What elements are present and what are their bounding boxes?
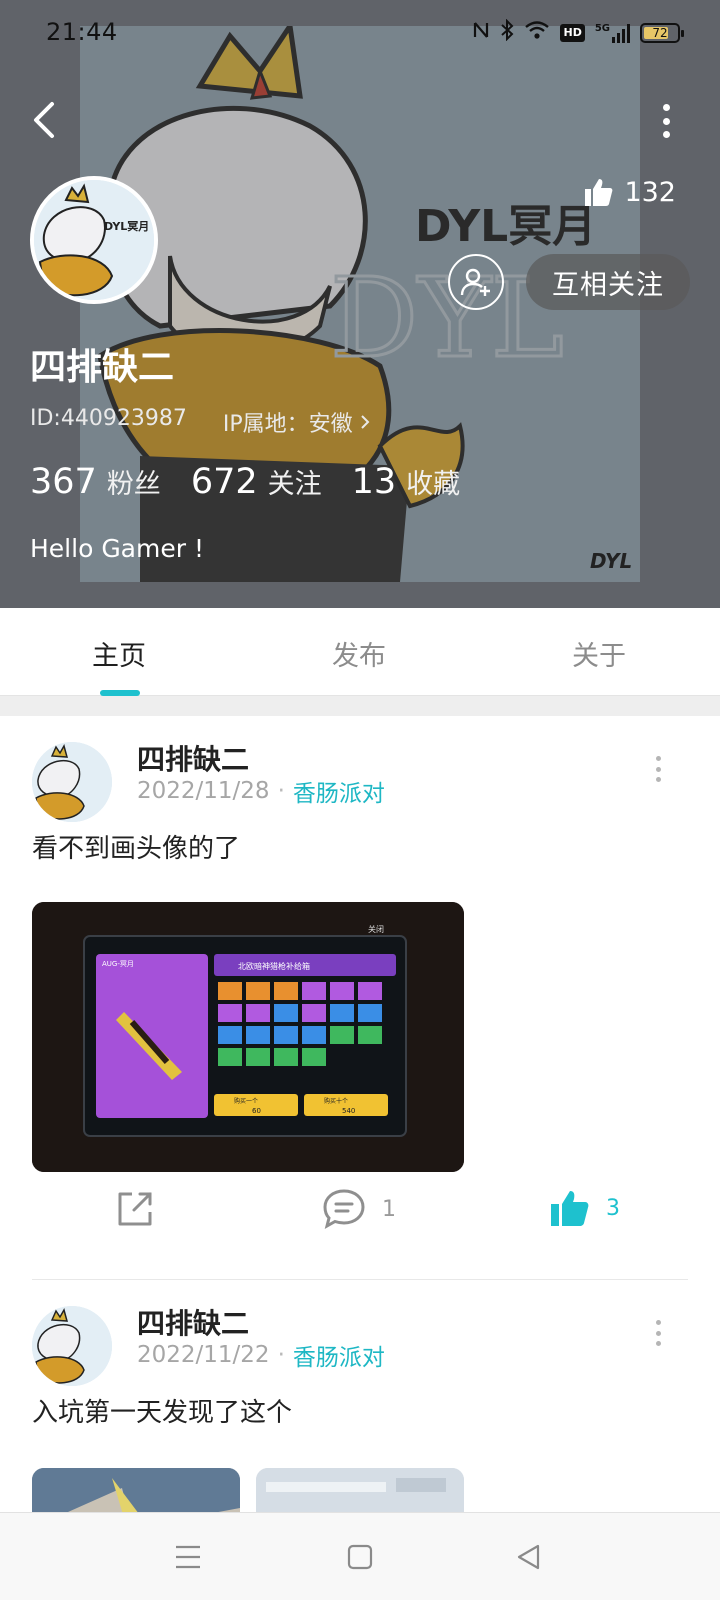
profile-id: ID:440923987 (30, 406, 187, 431)
post-meta: 2022/11/22 · 香肠派对 (137, 1338, 385, 1372)
system-nav-bar (0, 1512, 720, 1600)
section-divider (0, 696, 720, 716)
meta-separator: · (277, 1342, 285, 1368)
network-label: 5G (594, 23, 610, 34)
avatar-image (32, 742, 112, 822)
game-screenshot: AUG-冥月 北欧暗神猎枪补给箱 关闭 购买一个 60 购买十个 540 (32, 902, 464, 1172)
menu-nav-button[interactable] (168, 1537, 208, 1577)
status-bar: 21:44 HD 5G 72 (0, 0, 720, 62)
menu-icon (176, 1545, 200, 1569)
stat-label: 关注 (267, 469, 322, 500)
post-topic-link[interactable]: 香肠派对 (293, 1338, 385, 1372)
chevron-left-icon (34, 102, 54, 138)
stat-label: 收藏 (406, 469, 461, 500)
thumbs-up-icon (585, 179, 613, 206)
battery-level: 72 (652, 26, 668, 40)
stat-fans[interactable]: 367 粉丝 (30, 462, 161, 502)
battery-icon: 72 (640, 23, 684, 43)
more-options-button[interactable] (658, 104, 674, 138)
buy-one-cost: 60 (252, 1107, 261, 1115)
post-text: 入坑第一天发现了这个 (32, 1398, 293, 1428)
home-nav-button[interactable] (340, 1537, 380, 1577)
profile-avatar[interactable]: DYL冥月 (30, 176, 158, 304)
like-count-text: 132 (624, 176, 676, 208)
stat-value: 672 (190, 462, 258, 502)
avatar-image: DYL冥月 (34, 180, 154, 300)
stat-value: 13 (351, 462, 397, 502)
profile-stats: 367 粉丝 672 关注 13 收藏 (30, 462, 490, 502)
post-date: 2022/11/22 (137, 1342, 270, 1368)
profile-meta: ID:440923987 IP属地：安徽 (30, 406, 371, 438)
post-image[interactable] (256, 1468, 464, 1512)
game-screenshot (256, 1468, 464, 1512)
chevron-right-icon (360, 415, 370, 429)
5g-signal-icon: 5G (595, 23, 630, 43)
post-author-name[interactable]: 四排缺二 (137, 738, 249, 778)
feed-post: 四排缺二 2022/11/22 · 香肠派对 入坑第一天发现了这个 (0, 1280, 720, 1512)
bluetooth-icon (500, 18, 514, 47)
ip-location-text: IP属地：安徽 (222, 412, 353, 437)
triangle-back-icon (517, 1544, 540, 1570)
stat-following[interactable]: 672 关注 (191, 462, 322, 502)
post-meta: 2022/11/28 · 香肠派对 (137, 774, 385, 808)
thumbs-up-icon (551, 1191, 589, 1226)
share-icon (118, 1192, 152, 1226)
buy-one-label: 购买一个 (234, 1097, 258, 1105)
stat-label: 粉丝 (106, 469, 161, 500)
avatar-image (32, 1306, 112, 1386)
tab-about[interactable]: 关于 (572, 634, 626, 673)
close-label: 关闭 (368, 924, 384, 934)
game-screenshot (32, 1468, 240, 1512)
back-button[interactable] (24, 98, 64, 142)
weapon-name: AUG-冥月 (102, 960, 134, 968)
like-count: 3 (606, 1195, 620, 1221)
status-time: 21:44 (46, 18, 118, 46)
ip-location-link[interactable]: IP属地：安徽 (223, 406, 371, 438)
stat-value: 367 (30, 462, 97, 502)
post-actions: 1 3 (0, 1182, 720, 1242)
meta-separator: · (277, 778, 285, 804)
panel-title: 北欧暗神猎枪补给箱 (238, 961, 310, 971)
share-button[interactable] (114, 1188, 156, 1230)
hd-icon: HD (560, 24, 585, 42)
comment-button[interactable]: 1 (322, 1188, 396, 1230)
profile-like-count[interactable]: 132 (582, 176, 676, 208)
tab-home[interactable]: 主页 (92, 634, 146, 673)
buy-ten-cost: 540 (342, 1107, 355, 1115)
add-friend-button[interactable] (448, 254, 504, 310)
comment-count: 1 (382, 1196, 396, 1222)
stat-favorites[interactable]: 13 收藏 (352, 462, 461, 502)
add-user-icon (460, 268, 490, 296)
post-text: 看不到画头像的了 (32, 834, 241, 864)
status-icons: HD 5G 72 (472, 18, 684, 47)
wifi-icon (524, 20, 550, 46)
post-author-avatar[interactable] (32, 1306, 112, 1386)
comment-icon (323, 1189, 365, 1230)
post-more-button[interactable] (654, 1320, 662, 1346)
profile-name: 四排缺二 (30, 347, 175, 388)
nfc-icon (472, 20, 490, 46)
like-button[interactable]: 3 (548, 1188, 620, 1228)
avatar-text: DYL冥月 (104, 220, 149, 233)
tab-posts[interactable]: 发布 (332, 634, 386, 673)
post-date: 2022/11/28 (137, 778, 270, 804)
post-author-name[interactable]: 四排缺二 (137, 1302, 249, 1342)
square-home-icon (347, 1544, 373, 1570)
post-topic-link[interactable]: 香肠派对 (293, 774, 385, 808)
post-image[interactable]: AUG-冥月 北欧暗神猎枪补给箱 关闭 购买一个 60 购买十个 540 (32, 902, 464, 1172)
post-more-button[interactable] (654, 756, 662, 782)
profile-tabs: 主页 发布 关于 (0, 608, 720, 696)
post-image[interactable] (32, 1468, 240, 1512)
back-nav-button[interactable] (508, 1537, 548, 1577)
buy-ten-label: 购买十个 (324, 1097, 348, 1105)
mutual-follow-button[interactable]: 互相关注 (526, 254, 690, 310)
profile-bio: Hello Gamer ! (30, 534, 204, 563)
post-author-avatar[interactable] (32, 742, 112, 822)
feed-post: 四排缺二 2022/11/28 · 香肠派对 看不到画头像的了 AUG-冥月 北… (0, 716, 720, 1280)
